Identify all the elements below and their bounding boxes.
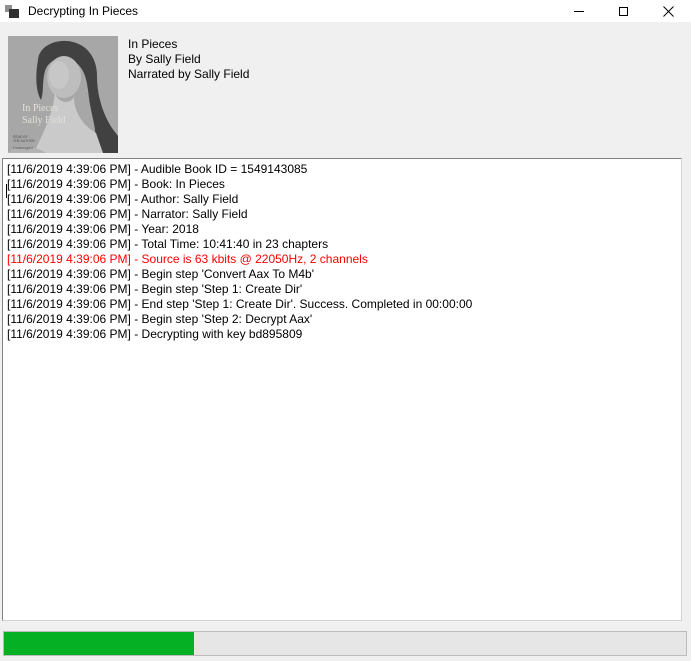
cover-unabridged: Unabridged	[13, 146, 33, 150]
book-author: By Sally Field	[128, 52, 249, 67]
progress-bar	[3, 631, 687, 656]
book-cover-image: In Pieces Sally Field READ BY THE AUTHOR…	[8, 36, 118, 153]
log-line: [11/6/2019 4:39:06 PM] - Begin step 'Con…	[7, 267, 677, 282]
log-line: [11/6/2019 4:39:06 PM] - Audible Book ID…	[7, 162, 677, 177]
cover-readby-line2: THE AUTHOR	[13, 139, 35, 143]
book-info: In Pieces By Sally Field Narrated by Sal…	[128, 37, 249, 82]
cover-title-text: In Pieces	[22, 103, 58, 114]
cover-art: In Pieces Sally Field READ BY THE AUTHOR…	[8, 36, 118, 153]
log-line: [11/6/2019 4:39:06 PM] - Begin step 'Ste…	[7, 312, 677, 327]
close-button[interactable]	[646, 0, 691, 22]
log-line: [11/6/2019 4:39:06 PM] - Book: In Pieces	[7, 177, 677, 192]
log-line: [11/6/2019 4:39:06 PM] - Decrypting with…	[7, 327, 677, 342]
text-caret	[6, 184, 7, 198]
log-line: [11/6/2019 4:39:06 PM] - End step 'Step …	[7, 297, 677, 312]
book-title: In Pieces	[128, 37, 249, 52]
log-line: [11/6/2019 4:39:06 PM] - Narrator: Sally…	[7, 207, 677, 222]
caption-buttons	[556, 0, 691, 22]
cover-author-text: Sally Field	[22, 115, 66, 126]
log-line: [11/6/2019 4:39:06 PM] - Begin step 'Ste…	[7, 282, 677, 297]
close-icon	[663, 6, 674, 17]
app-icon-square-dark	[9, 9, 19, 18]
maximize-icon	[619, 7, 628, 16]
progress-fill	[4, 632, 194, 655]
app-icon	[5, 4, 20, 19]
log-textbox[interactable]: [11/6/2019 4:39:06 PM] - Audible Book ID…	[2, 158, 682, 621]
maximize-button[interactable]	[601, 0, 646, 22]
book-narrator: Narrated by Sally Field	[128, 67, 249, 82]
title-bar[interactable]: Decrypting In Pieces	[0, 0, 691, 22]
log-line: [11/6/2019 4:39:06 PM] - Author: Sally F…	[7, 192, 677, 207]
minimize-icon	[574, 11, 584, 12]
log-line: [11/6/2019 4:39:06 PM] - Source is 63 kb…	[7, 252, 677, 267]
minimize-button[interactable]	[556, 0, 601, 22]
log-line: [11/6/2019 4:39:06 PM] - Year: 2018	[7, 222, 677, 237]
log-line: [11/6/2019 4:39:06 PM] - Total Time: 10:…	[7, 237, 677, 252]
window-title: Decrypting In Pieces	[28, 0, 138, 22]
